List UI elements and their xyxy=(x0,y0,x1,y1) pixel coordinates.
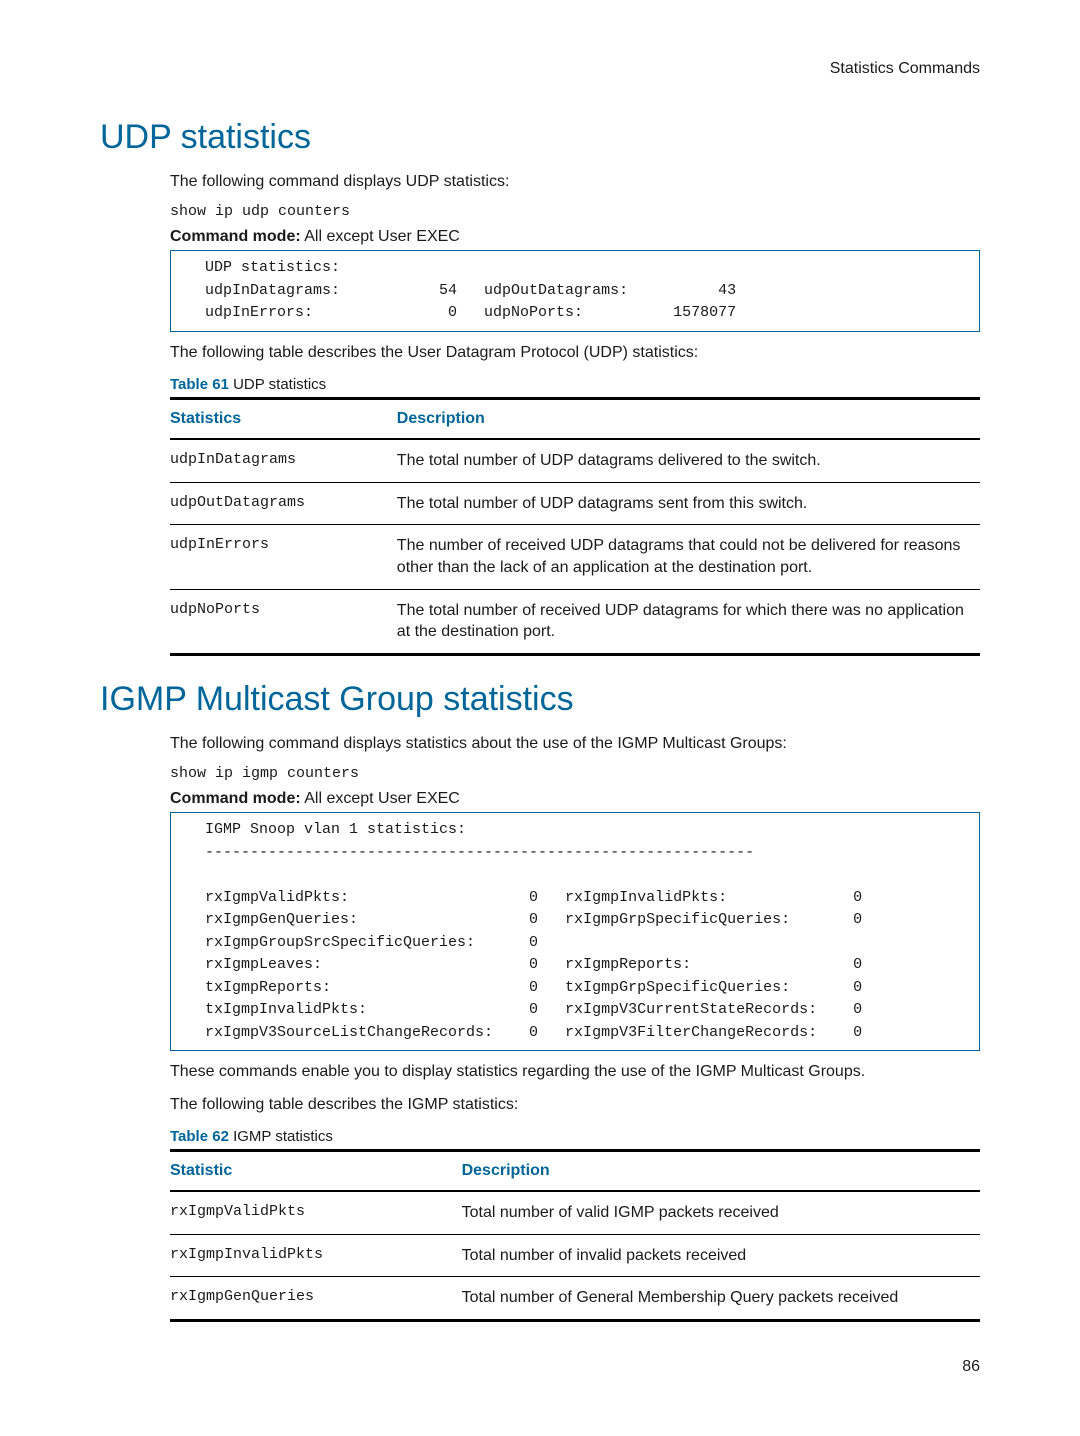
stat-desc: Total number of valid IGMP packets recei… xyxy=(462,1191,980,1234)
igmp-section-title: IGMP Multicast Group statistics xyxy=(100,680,980,719)
th-statistic: Statistic xyxy=(170,1151,462,1192)
stat-desc: The total number of UDP datagrams delive… xyxy=(397,439,980,482)
udp-section-title: UDP statistics xyxy=(100,118,980,157)
udp-stats-table: Statistics Description udpInDatagrams Th… xyxy=(170,397,980,656)
th-description: Description xyxy=(397,399,980,440)
page-header-right: Statistics Commands xyxy=(100,60,980,78)
stat-name: rxIgmpInvalidPkts xyxy=(170,1234,462,1277)
igmp-output-box: IGMP Snoop vlan 1 statistics: ----------… xyxy=(170,812,980,1051)
command-mode-label: Command mode: xyxy=(170,228,301,245)
stat-name: udpNoPorts xyxy=(170,589,397,654)
stat-desc: Total number of invalid packets received xyxy=(462,1234,980,1277)
udp-command-mode: Command mode: All except User EXEC xyxy=(170,228,980,246)
page-number: 86 xyxy=(100,1358,980,1376)
igmp-intro-text: The following command displays statistic… xyxy=(170,733,980,755)
table-row: udpOutDatagrams The total number of UDP … xyxy=(170,482,980,525)
igmp-table-caption: Table 62 IGMP statistics xyxy=(170,1128,980,1145)
table-row: rxIgmpGenQueries Total number of General… xyxy=(170,1277,980,1321)
stat-desc: Total number of General Membership Query… xyxy=(462,1277,980,1321)
table-title: IGMP statistics xyxy=(229,1128,333,1145)
stat-name: udpInDatagrams xyxy=(170,439,397,482)
igmp-after-2: The following table describes the IGMP s… xyxy=(170,1094,980,1116)
stat-desc: The number of received UDP datagrams tha… xyxy=(397,525,980,589)
stat-name: rxIgmpValidPkts xyxy=(170,1191,462,1234)
command-mode-value: All except User EXEC xyxy=(301,228,460,245)
igmp-command: show ip igmp counters xyxy=(170,765,980,782)
stat-name: udpOutDatagrams xyxy=(170,482,397,525)
igmp-command-mode: Command mode: All except User EXEC xyxy=(170,790,980,808)
table-row: rxIgmpInvalidPkts Total number of invali… xyxy=(170,1234,980,1277)
table-label: Table 62 xyxy=(170,1128,229,1145)
stat-desc: The total number of received UDP datagra… xyxy=(397,589,980,654)
stat-name: udpInErrors xyxy=(170,525,397,589)
command-mode-label: Command mode: xyxy=(170,790,301,807)
th-description: Description xyxy=(462,1151,980,1192)
udp-command: show ip udp counters xyxy=(170,203,980,220)
table-row: udpInDatagrams The total number of UDP d… xyxy=(170,439,980,482)
command-mode-value: All except User EXEC xyxy=(301,790,460,807)
igmp-stats-table: Statistic Description rxIgmpValidPkts To… xyxy=(170,1149,980,1322)
table-row: rxIgmpValidPkts Total number of valid IG… xyxy=(170,1191,980,1234)
table-row: udpNoPorts The total number of received … xyxy=(170,589,980,654)
igmp-after-1: These commands enable you to display sta… xyxy=(170,1061,980,1083)
udp-output-box: UDP statistics: udpInDatagrams: 54 udpOu… xyxy=(170,250,980,332)
stat-name: rxIgmpGenQueries xyxy=(170,1277,462,1321)
table-title: UDP statistics xyxy=(229,376,326,393)
udp-table-intro: The following table describes the User D… xyxy=(170,342,980,364)
th-statistics: Statistics xyxy=(170,399,397,440)
table-row: udpInErrors The number of received UDP d… xyxy=(170,525,980,589)
udp-intro-text: The following command displays UDP stati… xyxy=(170,171,980,193)
udp-table-caption: Table 61 UDP statistics xyxy=(170,376,980,393)
table-label: Table 61 xyxy=(170,376,229,393)
stat-desc: The total number of UDP datagrams sent f… xyxy=(397,482,980,525)
